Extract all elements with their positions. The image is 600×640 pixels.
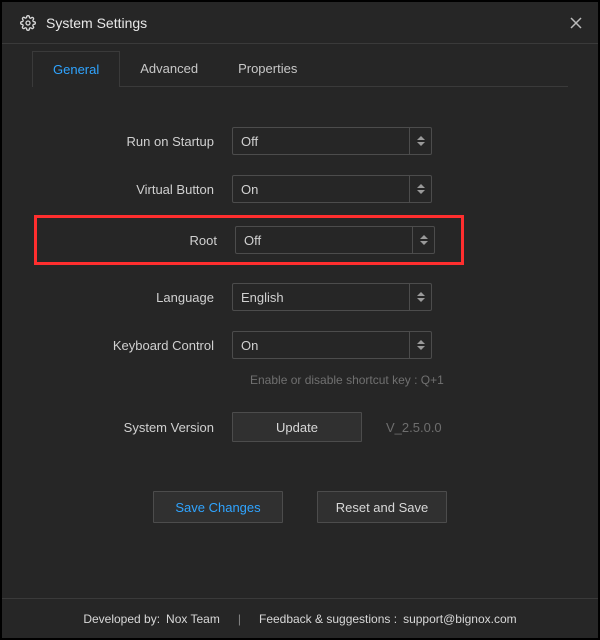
version-text: V_2.5.0.0 bbox=[386, 420, 442, 435]
tab-advanced[interactable]: Advanced bbox=[120, 51, 218, 86]
footer-email[interactable]: support@bignox.com bbox=[403, 612, 517, 626]
row-root: Root Off bbox=[37, 224, 451, 256]
title-bar: System Settings bbox=[2, 2, 598, 44]
settings-body: Run on Startup Off Virtual Button On Roo… bbox=[2, 87, 598, 598]
gear-icon bbox=[20, 15, 36, 31]
select-root[interactable]: Off bbox=[235, 226, 435, 254]
select-language-value: English bbox=[241, 290, 409, 305]
label-language: Language bbox=[42, 290, 232, 305]
settings-window: System Settings General Advanced Propert… bbox=[2, 2, 598, 638]
row-keyboard: Keyboard Control On bbox=[42, 321, 558, 369]
label-startup: Run on Startup bbox=[42, 134, 232, 149]
select-virtual-button-value: On bbox=[241, 182, 409, 197]
footer-feedback-prefix: Feedback & suggestions : bbox=[259, 612, 397, 626]
root-highlight: Root Off bbox=[34, 215, 464, 265]
reset-button[interactable]: Reset and Save bbox=[317, 491, 447, 523]
label-root: Root bbox=[37, 233, 235, 248]
close-icon bbox=[570, 17, 582, 29]
row-version: System Version Update V_2.5.0.0 bbox=[42, 403, 558, 451]
tab-bar: General Advanced Properties bbox=[2, 44, 598, 86]
label-virtual-button: Virtual Button bbox=[42, 182, 232, 197]
close-button[interactable] bbox=[562, 9, 590, 37]
footer-dev-name: Nox Team bbox=[166, 612, 220, 626]
window-title: System Settings bbox=[46, 15, 147, 31]
stepper-icon bbox=[412, 227, 434, 253]
footer: Developed by: Nox Team | Feedback & sugge… bbox=[2, 598, 598, 638]
select-keyboard[interactable]: On bbox=[232, 331, 432, 359]
save-button[interactable]: Save Changes bbox=[153, 491, 283, 523]
select-startup[interactable]: Off bbox=[232, 127, 432, 155]
stepper-icon bbox=[409, 128, 431, 154]
select-language[interactable]: English bbox=[232, 283, 432, 311]
row-startup: Run on Startup Off bbox=[42, 117, 558, 165]
label-version: System Version bbox=[42, 420, 232, 435]
row-virtual-button: Virtual Button On bbox=[42, 165, 558, 213]
label-keyboard: Keyboard Control bbox=[42, 338, 232, 353]
select-virtual-button[interactable]: On bbox=[232, 175, 432, 203]
row-language: Language English bbox=[42, 273, 558, 321]
footer-dev-prefix: Developed by: bbox=[83, 612, 160, 626]
tab-properties[interactable]: Properties bbox=[218, 51, 317, 86]
tab-general[interactable]: General bbox=[32, 51, 120, 87]
select-startup-value: Off bbox=[241, 134, 409, 149]
footer-separator: | bbox=[238, 612, 241, 626]
stepper-icon bbox=[409, 284, 431, 310]
action-row: Save Changes Reset and Save bbox=[42, 491, 558, 523]
select-keyboard-value: On bbox=[241, 338, 409, 353]
stepper-icon bbox=[409, 332, 431, 358]
stepper-icon bbox=[409, 176, 431, 202]
select-root-value: Off bbox=[244, 233, 412, 248]
keyboard-hint: Enable or disable shortcut key : Q+1 bbox=[250, 373, 558, 387]
update-button[interactable]: Update bbox=[232, 412, 362, 442]
